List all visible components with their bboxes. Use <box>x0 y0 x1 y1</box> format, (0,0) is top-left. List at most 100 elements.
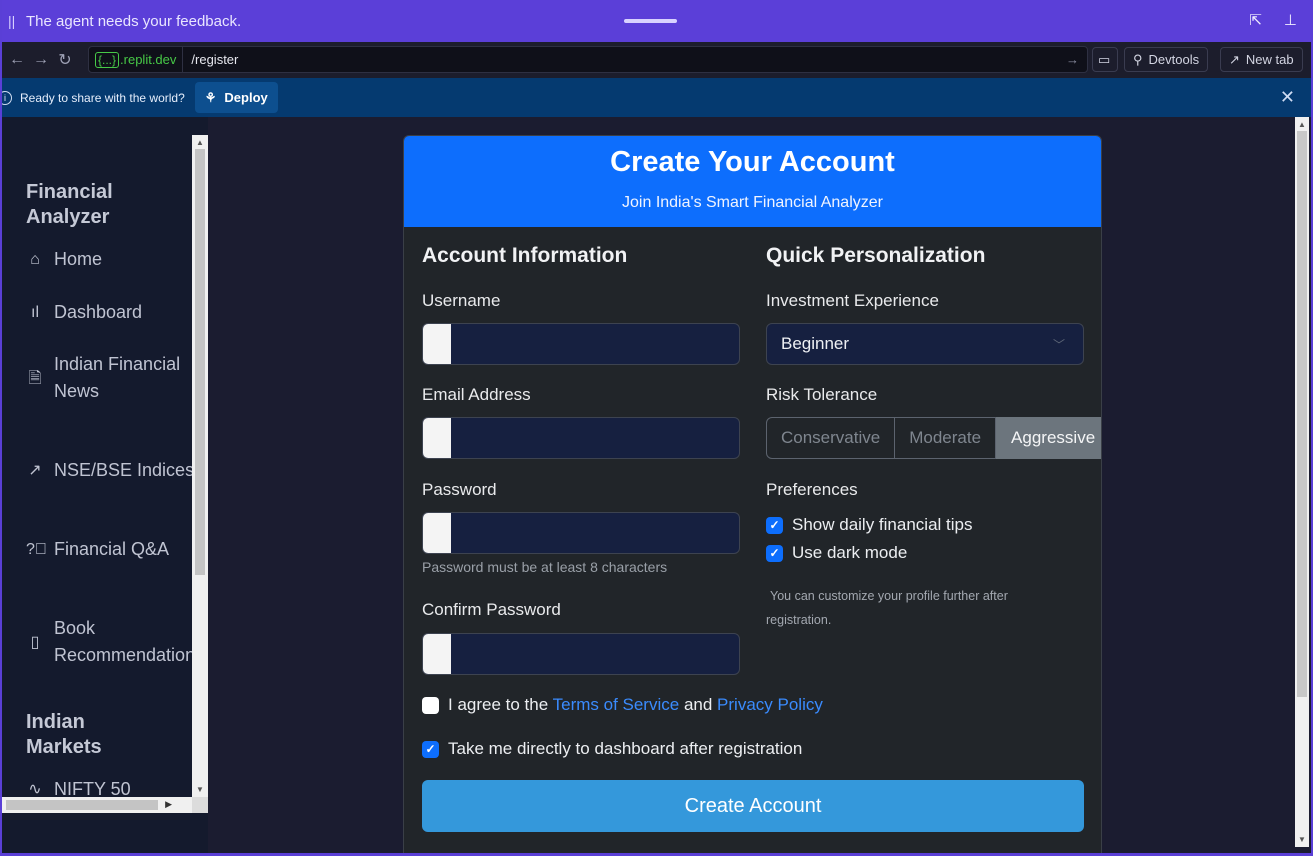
page-scroll-up-arrow-icon[interactable]: ▲ <box>1298 120 1306 129</box>
sidebar-scroll-area[interactable]: Financial Analyzer ⌂ Home ıl Dashboard 🗎… <box>2 135 192 815</box>
sidebar-item-news[interactable]: 🗎 Indian Financial News <box>26 351 181 405</box>
pref-tips-label: Show daily financial tips <box>792 515 973 534</box>
bar-chart-icon: ıl <box>31 304 39 321</box>
drag-grip-icon[interactable]: || <box>8 13 20 29</box>
sidebar-item-dashboard[interactable]: ıl Dashboard <box>26 299 142 326</box>
deploy-icon: ⚘ <box>204 89 217 105</box>
reload-icon[interactable]: ↻ <box>56 50 74 70</box>
scroll-down-arrow-icon[interactable]: ▼ <box>196 785 204 794</box>
pref-tips-checkbox[interactable]: ✓ <box>766 516 783 534</box>
dashboard-redirect-checkbox[interactable]: ✓ <box>422 740 439 758</box>
sidebar-item-label: Book Recommendations <box>54 615 192 669</box>
agree-terms-checkbox[interactable] <box>422 696 439 714</box>
main-content: Create Your Account Join India's Smart F… <box>208 117 1297 853</box>
pin-icon[interactable]: ⊥ <box>1284 11 1297 29</box>
monitor-icon: ▭ <box>1098 51 1111 67</box>
scroll-up-arrow-icon[interactable]: ▲ <box>196 138 204 147</box>
back-icon[interactable]: ← <box>8 51 26 69</box>
browser-frame: || The agent needs your feedback. ⇱ ⊥ ← … <box>0 0 1313 856</box>
terms-of-service-link[interactable]: Terms of Service <box>553 695 680 714</box>
url-host: {...} .replit.dev <box>89 47 184 72</box>
sidebar-section-title-line2: Markets <box>26 736 102 758</box>
document-icon: 🗎 <box>28 369 42 387</box>
sidebar-section-title-line1: Indian <box>26 711 85 733</box>
deploy-button[interactable]: ⚘ Deploy <box>194 82 278 113</box>
risk-option-conservative[interactable]: Conservative <box>766 417 896 459</box>
page-vertical-scrollbar[interactable]: ▲ ▼ <box>1295 117 1309 847</box>
sidebar-title: Financial Analyzer <box>26 180 113 230</box>
sidebar-item-home[interactable]: ⌂ Home <box>26 246 102 273</box>
experience-selected-value: Beginner <box>781 334 850 353</box>
confirm-password-input[interactable] <box>422 633 740 675</box>
confirm-password-label: Confirm Password <box>422 600 561 619</box>
external-link-icon: ↗ <box>1229 51 1240 67</box>
go-arrow-icon[interactable]: → <box>1066 52 1079 67</box>
close-banner-icon[interactable]: ✕ <box>1280 87 1295 108</box>
url-path: /register <box>191 52 239 67</box>
pref-dark-row[interactable]: ✓ Use dark mode <box>766 543 907 563</box>
register-card: Create Your Account Join India's Smart F… <box>403 135 1102 853</box>
page-title: Create Your Account <box>610 146 895 178</box>
risk-tolerance-group: Conservative Moderate Aggressive <box>766 417 1101 459</box>
devtools-button[interactable]: ⚲ Devtools <box>1124 47 1209 72</box>
agree-terms-row[interactable]: I agree to the Terms of Service and Priv… <box>422 695 823 715</box>
agent-feedback-message: The agent needs your feedback. <box>26 12 242 30</box>
autofill-indicator <box>423 634 451 674</box>
new-tab-label: New tab <box>1245 52 1294 67</box>
experience-select[interactable]: Beginner ﹀ <box>766 323 1084 365</box>
scroll-right-arrow-icon[interactable]: ▶ <box>165 799 172 810</box>
agent-feedback-bar: || The agent needs your feedback. ⇱ ⊥ <box>2 0 1311 42</box>
sidebar-scroll-thumb[interactable] <box>195 149 205 575</box>
url-field[interactable]: {...} .replit.dev /register → <box>88 46 1088 73</box>
autofill-indicator <box>423 418 451 458</box>
sidebar-item-label: NSE/BSE Indices <box>54 460 192 480</box>
create-account-button[interactable]: Create Account <box>422 780 1084 832</box>
page-scroll-thumb[interactable] <box>1297 131 1307 697</box>
sidebar-vertical-scrollbar[interactable]: ▲ ▼ <box>192 135 208 797</box>
sidebar-item-books[interactable]: ▯ Book Recommendations <box>26 615 192 669</box>
page-subtitle: Join India's Smart Financial Analyzer <box>622 194 883 211</box>
sidebar: Financial Analyzer ⌂ Home ıl Dashboard 🗎… <box>2 117 208 853</box>
pref-dark-checkbox[interactable]: ✓ <box>766 544 783 562</box>
forward-icon[interactable]: → <box>32 51 50 69</box>
autofill-indicator <box>423 324 451 364</box>
agree-prefix: I agree to the <box>448 695 549 714</box>
url-host-domain: .replit.dev <box>120 52 177 67</box>
sidebar-horizontal-scrollbar[interactable]: ▶ <box>2 797 192 813</box>
pop-out-icon[interactable]: ⇱ <box>1249 11 1262 29</box>
risk-label: Risk Tolerance <box>766 385 878 404</box>
risk-option-aggressive[interactable]: Aggressive <box>996 417 1101 459</box>
username-label: Username <box>422 291 501 310</box>
device-preview-button[interactable]: ▭ <box>1092 47 1118 72</box>
experience-label: Investment Experience <box>766 291 939 310</box>
book-icon: ▯ <box>30 633 40 651</box>
privacy-policy-link[interactable]: Privacy Policy <box>717 695 823 714</box>
password-input[interactable] <box>422 512 740 554</box>
email-input[interactable] <box>422 417 740 459</box>
pref-tips-row[interactable]: ✓ Show daily financial tips <box>766 515 972 535</box>
sidebar-item-qa[interactable]: ?⃝ Financial Q&A <box>26 536 169 563</box>
risk-option-moderate[interactable]: Moderate <box>895 417 997 459</box>
sidebar-item-label: Home <box>54 249 103 269</box>
info-icon: i <box>2 90 12 105</box>
sidebar-item-label-line2: Recommendations <box>54 645 192 665</box>
sidebar-hscroll-thumb[interactable] <box>6 800 158 810</box>
password-help-text: Password must be at least 8 characters <box>422 559 668 575</box>
customize-note: You can customize your profile further a… <box>766 589 1008 627</box>
new-tab-button[interactable]: ↗ New tab <box>1220 47 1303 72</box>
username-input[interactable] <box>422 323 740 365</box>
panel-resize-handle[interactable] <box>624 19 677 23</box>
preferences-label: Preferences <box>766 480 858 499</box>
deploy-banner: i Ready to share with the world? ⚘ Deplo… <box>2 78 1311 117</box>
agree-and: and <box>683 695 713 714</box>
dashboard-redirect-row[interactable]: ✓ Take me directly to dashboard after re… <box>422 739 802 759</box>
deploy-banner-message: Ready to share with the world? <box>20 90 185 105</box>
trend-up-icon: ↗ <box>28 462 42 479</box>
personalization-heading: Quick Personalization <box>766 244 986 267</box>
agree-text: I agree to the Terms of Service and Priv… <box>448 695 823 715</box>
sidebar-title-line2: Analyzer <box>26 206 110 228</box>
sidebar-section-title: Indian Markets <box>26 710 102 760</box>
sidebar-item-indices[interactable]: ↗ NSE/BSE Indices <box>26 457 192 484</box>
sidebar-item-label: Indian Financial News <box>54 351 180 405</box>
page-scroll-down-arrow-icon[interactable]: ▼ <box>1298 835 1306 844</box>
